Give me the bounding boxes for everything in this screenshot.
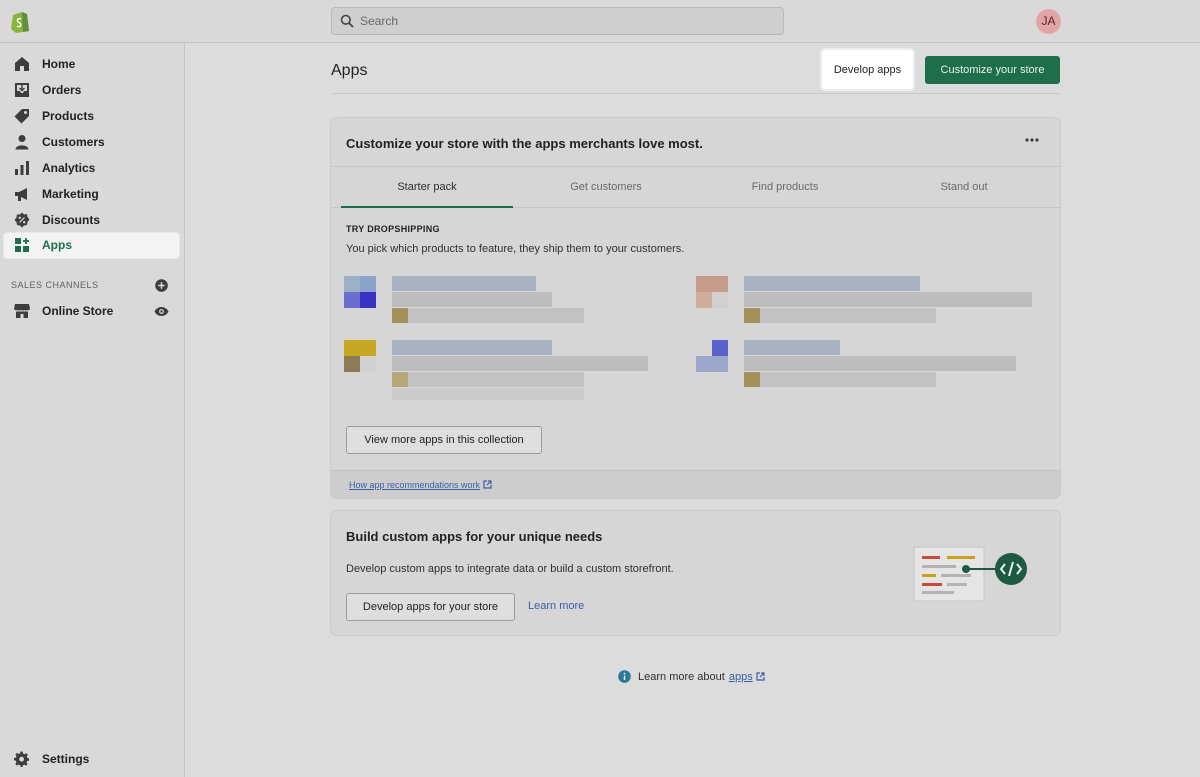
sidebar-item-label: Products xyxy=(42,109,95,123)
sidebar-item-label: Online Store xyxy=(42,304,114,318)
apps-icon xyxy=(15,238,29,252)
app-tile-icon xyxy=(696,276,728,308)
custom-apps-description: Develop custom apps to integrate data or… xyxy=(346,563,674,575)
sidebar-item-label: Orders xyxy=(42,83,82,97)
sidebar-item-label: Apps xyxy=(42,238,72,252)
app-recommendations-card: Customize your store with the apps merch… xyxy=(331,118,1060,498)
custom-apps-heading: Build custom apps for your unique needs xyxy=(346,529,603,544)
bar-chart-icon xyxy=(15,161,29,175)
header-divider xyxy=(331,93,1060,94)
custom-apps-card: Build custom apps for your unique needs … xyxy=(331,511,1060,635)
external-link-icon xyxy=(756,672,765,681)
sidebar-item-label: Home xyxy=(42,57,76,71)
avatar[interactable]: JA xyxy=(1036,9,1061,34)
app-tile-icon xyxy=(344,340,376,372)
develop-apps-for-store-button[interactable]: Develop apps for your store xyxy=(346,593,515,621)
app-listing[interactable] xyxy=(344,340,674,404)
tab-starter-pack[interactable]: Starter pack xyxy=(341,167,513,208)
discount-icon xyxy=(14,212,30,228)
app-listing[interactable] xyxy=(344,276,674,326)
sidebar-item-customers[interactable]: Customers xyxy=(4,130,179,155)
tab-stand-out[interactable]: Stand out xyxy=(878,167,1050,208)
sidebar-item-home[interactable]: Home xyxy=(4,52,179,77)
collection-kicker: TRY DROPSHIPPING xyxy=(346,224,440,234)
apps-help-link[interactable]: apps xyxy=(729,671,753,683)
sidebar-item-online-store[interactable]: Online Store xyxy=(4,299,179,324)
footer-prefix: Learn more about xyxy=(638,670,725,683)
view-more-apps-button[interactable]: View more apps in this collection xyxy=(346,426,542,454)
app-listing[interactable] xyxy=(696,340,1036,390)
customize-store-button[interactable]: Customize your store xyxy=(925,56,1060,84)
sidebar-item-analytics[interactable]: Analytics xyxy=(4,156,179,181)
sidebar-item-label: Discounts xyxy=(42,213,101,227)
sidebar-item-marketing[interactable]: Marketing xyxy=(4,182,179,207)
sidebar-item-settings[interactable]: Settings xyxy=(4,747,179,772)
external-link-icon xyxy=(483,480,492,489)
search-input[interactable] xyxy=(360,8,770,34)
collection-description: You pick which products to feature, they… xyxy=(346,243,685,255)
sidebar-item-discounts[interactable]: Discounts xyxy=(4,208,179,233)
gear-icon xyxy=(14,751,30,767)
develop-apps-button[interactable]: Develop apps xyxy=(822,50,913,89)
tab-find-products[interactable]: Find products xyxy=(699,167,871,208)
sidebar-item-products[interactable]: Products xyxy=(4,104,179,129)
sidebar-item-orders[interactable]: Orders xyxy=(4,78,179,103)
app-tile-icon xyxy=(696,340,728,372)
code-illustration-icon xyxy=(913,546,1027,602)
how-recommendations-work-label: How app recommendations work xyxy=(349,480,481,490)
learn-more-about-apps: Learn more about apps xyxy=(618,670,765,683)
shopify-logo-icon[interactable] xyxy=(10,9,30,33)
recommendations-footer: How app recommendations work xyxy=(331,470,1060,498)
tab-get-customers[interactable]: Get customers xyxy=(520,167,692,208)
app-tile-icon xyxy=(344,276,376,308)
how-recommendations-work-link[interactable]: How app recommendations work xyxy=(349,480,492,490)
store-icon xyxy=(14,304,30,318)
eye-icon[interactable] xyxy=(154,306,169,317)
megaphone-icon xyxy=(15,188,27,201)
learn-more-link[interactable]: Learn more xyxy=(528,600,584,612)
sidebar: Home Orders Products Customers Analytics… xyxy=(0,43,185,777)
app-listing[interactable] xyxy=(696,276,1036,326)
more-options-icon[interactable] xyxy=(1024,136,1040,144)
top-bar: JA xyxy=(0,0,1200,43)
search-icon xyxy=(340,14,354,28)
add-channel-icon[interactable] xyxy=(155,279,168,292)
orders-icon xyxy=(15,83,29,97)
sidebar-item-label: Marketing xyxy=(42,187,99,201)
home-icon xyxy=(15,57,29,71)
sidebar-item-label: Settings xyxy=(42,752,90,766)
sidebar-item-label: Customers xyxy=(42,135,105,149)
tag-icon xyxy=(14,109,29,124)
page-title: Apps xyxy=(331,62,368,79)
person-icon xyxy=(15,135,29,150)
search-bar[interactable] xyxy=(331,7,784,35)
info-icon xyxy=(618,670,631,683)
sales-channels-heading: SALES CHANNELS xyxy=(11,280,99,290)
recommendations-heading: Customize your store with the apps merch… xyxy=(346,136,703,151)
sidebar-item-apps[interactable]: Apps xyxy=(4,233,179,258)
collection-tabs: Starter pack Get customers Find products… xyxy=(331,166,1060,208)
sidebar-item-label: Analytics xyxy=(42,161,96,175)
